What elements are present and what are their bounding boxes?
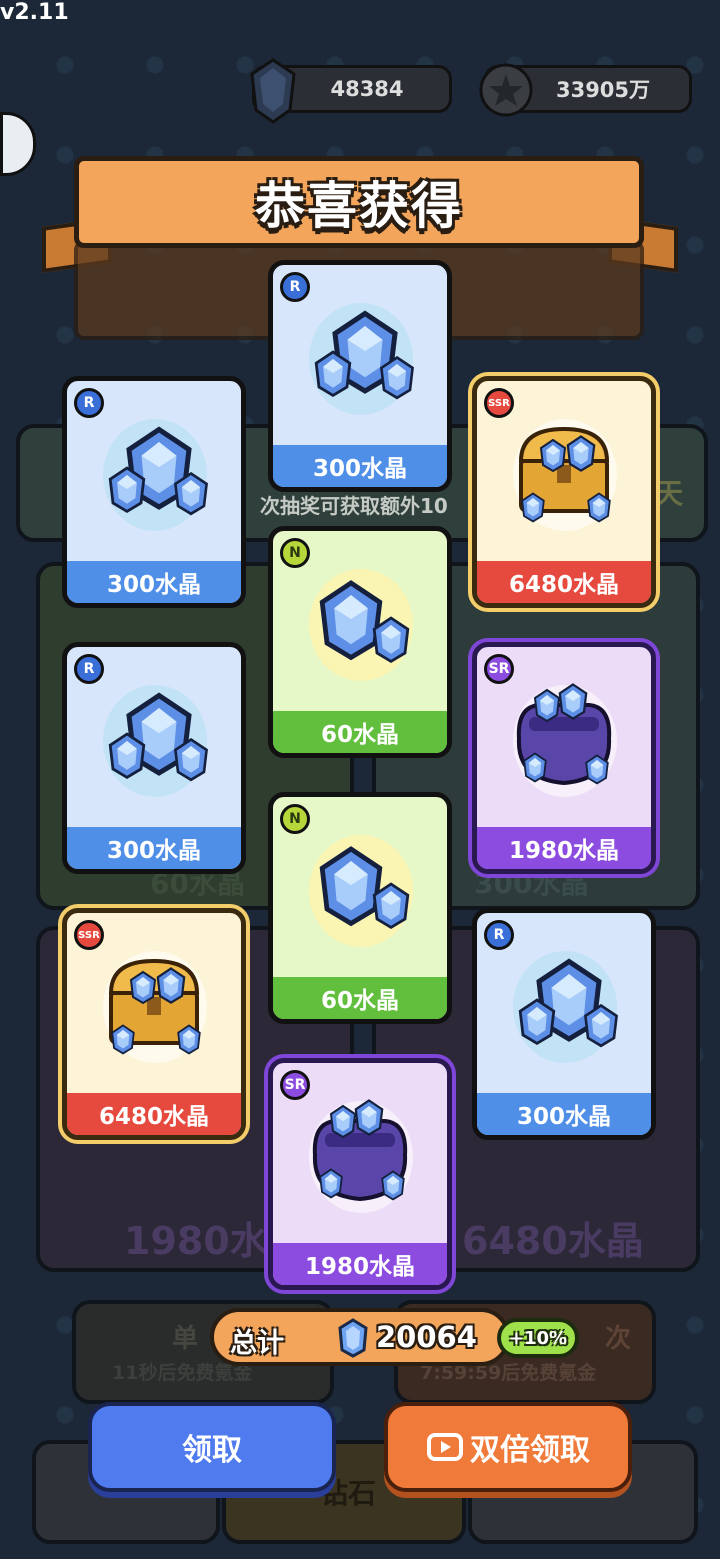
card-label: 6480水晶 xyxy=(477,561,651,603)
dim-single-label: 单 xyxy=(172,1324,199,1354)
card-label: 60水晶 xyxy=(273,977,447,1019)
card-label: 300水晶 xyxy=(477,1093,651,1135)
blue-crystal-icon xyxy=(338,1318,368,1358)
card-label: 300水晶 xyxy=(273,445,447,487)
version-label: v2.11 xyxy=(0,0,69,25)
rarity-badge: N xyxy=(280,538,310,568)
double-claim-button[interactable]: 双倍领取 xyxy=(384,1402,632,1492)
coin-amount: 33905万 xyxy=(555,78,651,102)
double-claim-label: 双倍领取 xyxy=(470,1433,590,1468)
rarity-badge: SSR xyxy=(484,388,514,418)
total-label: 总计 xyxy=(230,1328,284,1359)
reward-card: R 300水晶 xyxy=(472,908,656,1140)
rarity-badge: R xyxy=(280,272,310,302)
reward-card: SR 1980水晶 xyxy=(268,1058,452,1290)
congrats-banner: 恭喜获得 xyxy=(74,156,644,248)
rarity-badge: R xyxy=(74,654,104,684)
card-label: 60水晶 xyxy=(273,711,447,753)
dim-big-right: 6480水晶 xyxy=(462,1219,644,1263)
dim-multi-label: 次 xyxy=(605,1324,632,1354)
card-label: 1980水晶 xyxy=(273,1243,447,1285)
reward-card: R 300水晶 xyxy=(62,376,246,608)
rarity-badge: SSR xyxy=(74,920,104,950)
card-label: 300水晶 xyxy=(67,561,241,603)
bonus-badge: +10% xyxy=(497,1318,579,1358)
card-label: 300水晶 xyxy=(67,827,241,869)
card-label: 6480水晶 xyxy=(67,1093,241,1135)
dim-day-text: 天 xyxy=(655,477,684,510)
total-bar: 总计 20064 xyxy=(210,1308,510,1366)
rarity-badge: N xyxy=(280,804,310,834)
banner-title: 恭喜获得 xyxy=(255,177,463,235)
reward-card: SR 1980水晶 xyxy=(472,642,656,874)
claim-button[interactable]: 领取 xyxy=(88,1402,336,1492)
reward-card: R 300水晶 xyxy=(268,260,452,492)
rarity-badge: SR xyxy=(280,1070,310,1100)
reward-card: N 60水晶 xyxy=(268,526,452,758)
video-ad-icon xyxy=(427,1433,463,1461)
total-value: 20064 xyxy=(376,1320,477,1354)
rarity-badge: SR xyxy=(484,654,514,684)
reward-card: SSR 6480水晶 xyxy=(62,908,246,1140)
reward-card: R 300水晶 xyxy=(62,642,246,874)
rarity-badge: R xyxy=(484,920,514,950)
reward-card: N 60水晶 xyxy=(268,792,452,1024)
claim-button-label: 领取 xyxy=(182,1433,242,1468)
dim-info-text: 次抽奖可获取额外10 xyxy=(260,494,448,518)
dark-crystal-icon xyxy=(250,58,296,124)
card-label: 1980水晶 xyxy=(477,827,651,869)
rarity-badge: R xyxy=(74,388,104,418)
crystal-amount: 48384 xyxy=(330,77,404,101)
coin-icon xyxy=(479,63,533,117)
reward-card: SSR 6480水晶 xyxy=(472,376,656,608)
